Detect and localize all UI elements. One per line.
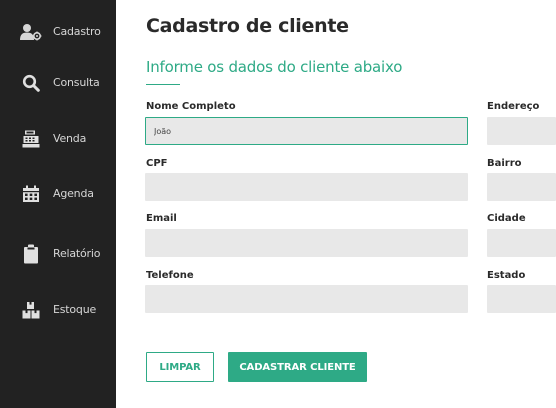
page-subtitle: Informe os dados do cliente abaixo [146, 58, 403, 76]
sidebar-item-label: Relatório [53, 247, 101, 260]
cidade-label: Cidade [487, 213, 526, 224]
clear-button[interactable]: LIMPAR [146, 352, 214, 382]
email-field[interactable] [145, 229, 468, 257]
sidebar-item-label: Venda [53, 132, 87, 145]
endereco-label: Endereço [487, 101, 540, 112]
sidebar-item-agenda[interactable]: Agenda [0, 178, 116, 210]
email-label: Email [146, 213, 177, 224]
boxes-icon [20, 300, 42, 320]
sidebar-item-label: Cadastro [53, 25, 101, 38]
estado-field[interactable] [487, 285, 556, 313]
sidebar-item-cadastro[interactable]: Cadastro [0, 16, 116, 48]
bairro-label: Bairro [487, 158, 522, 169]
subtitle-underline [146, 84, 180, 85]
submit-button[interactable]: CADASTRAR CLIENTE [228, 352, 367, 382]
sidebar: Cadastro Consulta Venda Agenda Relatório… [0, 0, 116, 408]
sidebar-item-label: Estoque [53, 303, 97, 316]
telefone-label: Telefone [146, 270, 194, 281]
sidebar-item-relatorio[interactable]: Relatório [0, 238, 116, 270]
nome-label: Nome Completo [146, 101, 236, 112]
clipboard-icon [20, 244, 42, 264]
telefone-field[interactable] [145, 285, 468, 313]
page-title: Cadastro de cliente [146, 15, 349, 37]
cash-register-icon [20, 129, 42, 149]
cpf-field[interactable] [145, 173, 468, 201]
sidebar-item-estoque[interactable]: Estoque [0, 294, 116, 326]
user-add-icon [20, 22, 42, 42]
calendar-icon [20, 184, 42, 204]
estado-label: Estado [487, 270, 526, 281]
main-content: Cadastro de cliente Informe os dados do … [116, 0, 556, 408]
nome-field[interactable] [145, 117, 468, 145]
endereco-field[interactable] [487, 117, 556, 145]
cpf-label: CPF [146, 158, 168, 169]
bairro-field[interactable] [487, 173, 556, 201]
search-icon [20, 73, 42, 93]
cidade-field[interactable] [487, 229, 556, 257]
sidebar-item-label: Agenda [53, 187, 94, 200]
sidebar-item-venda[interactable]: Venda [0, 123, 116, 155]
sidebar-item-label: Consulta [53, 76, 100, 89]
sidebar-item-consulta[interactable]: Consulta [0, 67, 116, 99]
